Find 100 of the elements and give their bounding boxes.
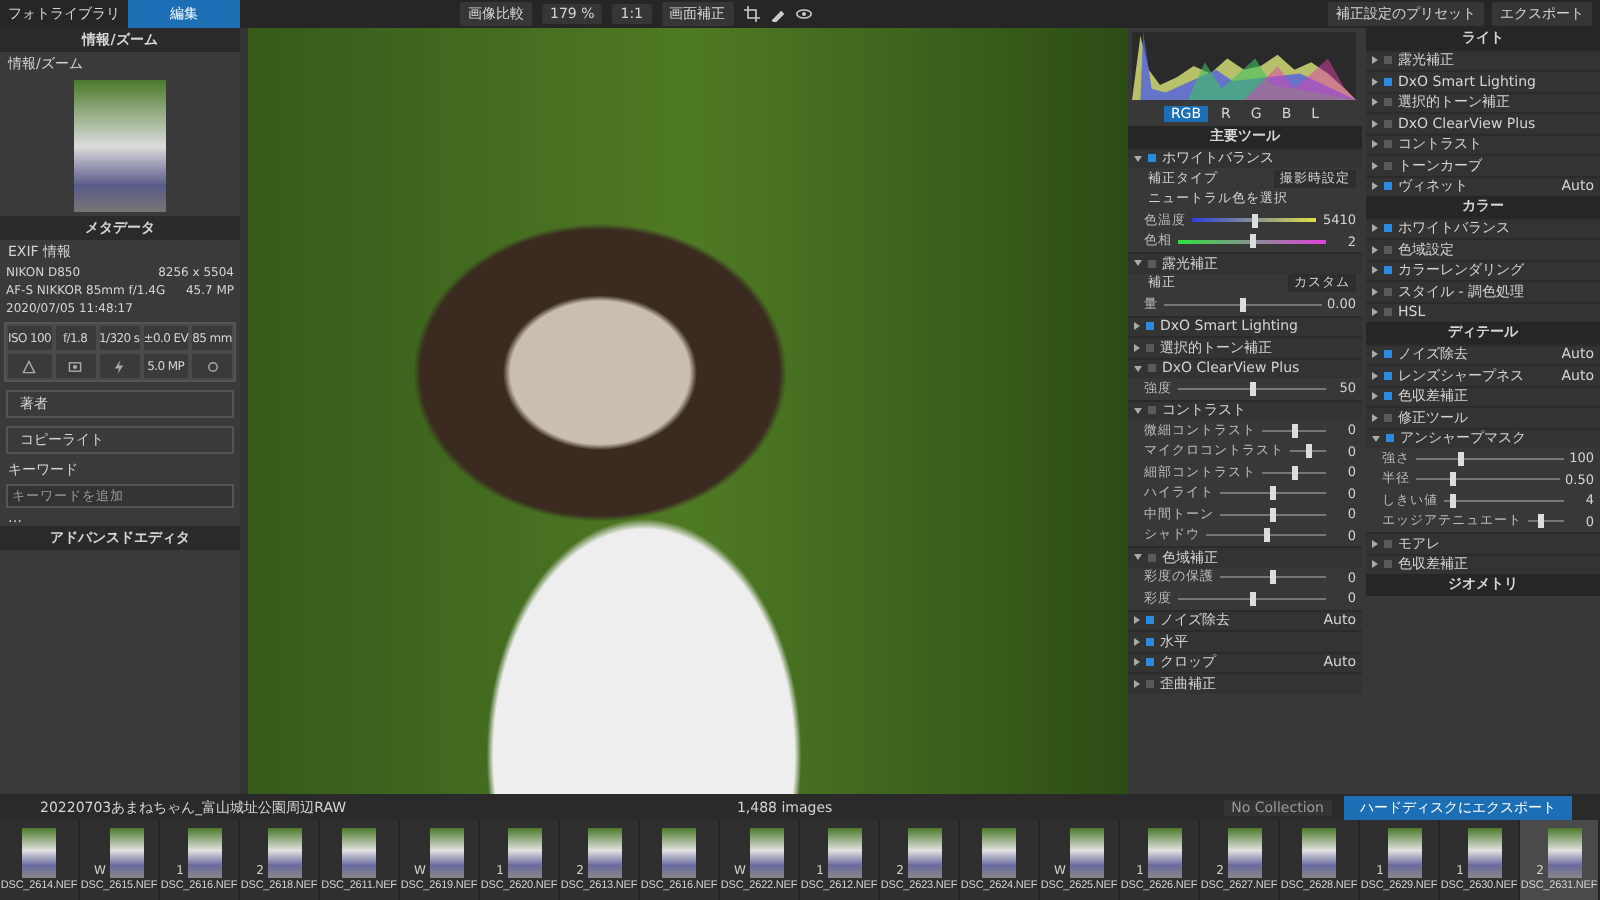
photo-placeholder: [1467, 828, 1502, 878]
disclosure-icon[interactable]: [1372, 350, 1378, 359]
brush-icon[interactable]: [769, 6, 786, 22]
photo-placeholder: [342, 828, 376, 878]
slider-thumb[interactable]: [1291, 423, 1297, 438]
disclosure-icon[interactable]: [1372, 539, 1378, 548]
slider-thumb[interactable]: [1458, 451, 1465, 466]
disclosure-icon[interactable]: [1372, 56, 1378, 65]
disclosure-icon[interactable]: [1134, 616, 1140, 625]
slider-thumb[interactable]: [1249, 234, 1255, 249]
enable-toggle[interactable]: [1384, 413, 1392, 422]
slider-thumb[interactable]: [1270, 507, 1276, 522]
disclosure-icon[interactable]: [1372, 392, 1378, 401]
enable-toggle[interactable]: [1384, 161, 1392, 170]
disclosure-icon[interactable]: [1372, 224, 1378, 233]
disclosure-icon[interactable]: [1372, 560, 1378, 569]
photo-placeholder: [907, 828, 942, 878]
enable-toggle[interactable]: [1146, 322, 1154, 331]
disclosure-icon[interactable]: [1134, 679, 1140, 688]
enable-toggle[interactable]: [1384, 224, 1392, 233]
enable-toggle[interactable]: [1384, 98, 1392, 107]
enable-toggle[interactable]: [1148, 259, 1156, 268]
enable-toggle[interactable]: [1148, 553, 1156, 562]
slider-thumb[interactable]: [1249, 591, 1255, 606]
enable-toggle[interactable]: [1384, 266, 1392, 275]
disclosure-icon[interactable]: [1372, 119, 1378, 128]
enable-toggle[interactable]: [1384, 371, 1392, 380]
slider-thumb[interactable]: [1537, 514, 1543, 529]
disclosure-icon[interactable]: [1134, 260, 1142, 267]
disclosure-icon[interactable]: [1372, 308, 1378, 317]
photo-placeholder: [1302, 828, 1336, 878]
enable-toggle[interactable]: [1384, 245, 1392, 254]
disclosure-icon[interactable]: [1372, 98, 1378, 107]
enable-toggle[interactable]: [1146, 616, 1154, 625]
eye-icon[interactable]: [795, 6, 812, 22]
enable-toggle[interactable]: [1384, 287, 1392, 296]
slider-thumb[interactable]: [1305, 444, 1311, 459]
disclosure-icon[interactable]: [1134, 658, 1140, 667]
disclosure-icon[interactable]: [1134, 343, 1140, 352]
photo-placeholder: [1069, 828, 1104, 878]
enable-toggle[interactable]: [1384, 539, 1392, 548]
photo-placeholder: [187, 828, 222, 878]
slider-thumb[interactable]: [1239, 297, 1246, 312]
disclosure-icon[interactable]: [1372, 413, 1378, 422]
enable-toggle[interactable]: [1384, 140, 1392, 149]
disclosure-icon[interactable]: [1372, 287, 1378, 296]
flash-icon: [112, 359, 127, 373]
metering-icon: [68, 359, 83, 373]
slider-thumb[interactable]: [1270, 486, 1276, 501]
disclosure-icon[interactable]: [1372, 140, 1378, 149]
slider-thumb[interactable]: [1450, 472, 1457, 487]
photo-placeholder: [662, 828, 696, 878]
disclosure-icon[interactable]: [1372, 435, 1380, 442]
enable-toggle[interactable]: [1146, 658, 1154, 667]
photo-placeholder: [22, 828, 56, 878]
photo-placeholder: [1147, 828, 1182, 878]
enable-toggle[interactable]: [1384, 77, 1392, 86]
enable-toggle[interactable]: [1384, 308, 1392, 317]
enable-toggle[interactable]: [1384, 119, 1392, 128]
enable-toggle[interactable]: [1384, 56, 1392, 65]
photo-placeholder: [749, 828, 784, 878]
photo-placeholder: [507, 828, 542, 878]
circle-icon: [205, 359, 220, 373]
disclosure-icon[interactable]: [1372, 161, 1378, 170]
photo-placeholder: [982, 828, 1016, 878]
slider-thumb[interactable]: [1270, 570, 1276, 585]
enable-toggle[interactable]: [1384, 350, 1392, 359]
disclosure-icon[interactable]: [1372, 77, 1378, 86]
enable-toggle[interactable]: [1146, 679, 1154, 688]
photo-placeholder: [429, 828, 464, 878]
slider-thumb[interactable]: [1249, 381, 1255, 396]
disclosure-icon[interactable]: [1372, 371, 1378, 380]
disclosure-icon[interactable]: [1134, 407, 1142, 414]
disclosure-icon[interactable]: [1372, 266, 1378, 275]
disclosure-icon[interactable]: [1134, 637, 1140, 646]
enable-toggle[interactable]: [1146, 343, 1154, 352]
enable-toggle[interactable]: [1384, 392, 1392, 401]
disclosure-icon[interactable]: [1372, 182, 1378, 191]
enable-toggle[interactable]: [1384, 560, 1392, 569]
slider-thumb[interactable]: [1263, 528, 1269, 543]
disclosure-icon[interactable]: [1134, 322, 1140, 331]
photo-placeholder: [109, 828, 144, 878]
enable-toggle[interactable]: [1386, 434, 1394, 443]
disclosure-icon[interactable]: [1134, 554, 1142, 561]
slider-thumb[interactable]: [1251, 213, 1258, 228]
enable-toggle[interactable]: [1146, 637, 1154, 646]
crop-icon[interactable]: [743, 6, 760, 22]
photo-placeholder: [1547, 828, 1582, 878]
enable-toggle[interactable]: [1148, 406, 1156, 415]
enable-toggle[interactable]: [1384, 182, 1392, 191]
photo-placeholder: [1227, 828, 1262, 878]
disclosure-icon[interactable]: [1134, 365, 1142, 372]
slider-thumb[interactable]: [1291, 465, 1297, 480]
enable-toggle[interactable]: [1148, 364, 1156, 373]
photo-placeholder: [267, 828, 302, 878]
photo-placeholder: [587, 828, 622, 878]
slider-thumb[interactable]: [1449, 493, 1456, 508]
disclosure-icon[interactable]: [1372, 245, 1378, 254]
disclosure-icon[interactable]: [1134, 155, 1142, 162]
enable-toggle[interactable]: [1148, 154, 1156, 163]
